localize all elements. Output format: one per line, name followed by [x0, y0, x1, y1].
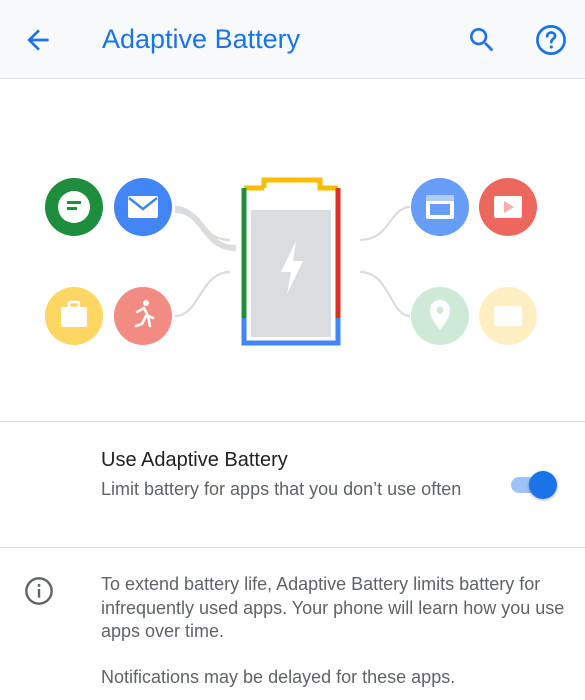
setting-summary: Limit battery for apps that you don’t us… [101, 479, 462, 499]
briefcase-icon [45, 287, 103, 345]
connector-line [174, 270, 231, 318]
calendar-icon [411, 178, 469, 236]
fitness-icon [114, 287, 172, 345]
adaptive-battery-illustration [45, 177, 537, 346]
page-title: Adaptive Battery [102, 24, 301, 54]
app-bar: Adaptive Battery [0, 0, 585, 79]
toggle-thumb [529, 471, 557, 499]
card-icon [479, 287, 537, 345]
info-note: Notifications may be delayed for these a… [101, 667, 456, 687]
connector-line [359, 270, 411, 318]
connector-line [359, 205, 411, 242]
arrow-back-icon[interactable] [22, 24, 54, 56]
maps-icon [411, 287, 469, 345]
messages-icon [45, 178, 103, 236]
email-icon [114, 178, 172, 236]
setting-title: Use Adaptive Battery [101, 449, 288, 471]
info-description: To extend battery life, Adaptive Battery… [101, 574, 565, 641]
adaptive-battery-toggle[interactable] [507, 468, 559, 502]
divider [0, 547, 585, 548]
connector-line-thick [174, 207, 237, 251]
info-icon [25, 577, 53, 605]
search-icon[interactable] [466, 24, 498, 56]
help-icon[interactable] [534, 23, 568, 57]
video-icon [479, 178, 537, 236]
